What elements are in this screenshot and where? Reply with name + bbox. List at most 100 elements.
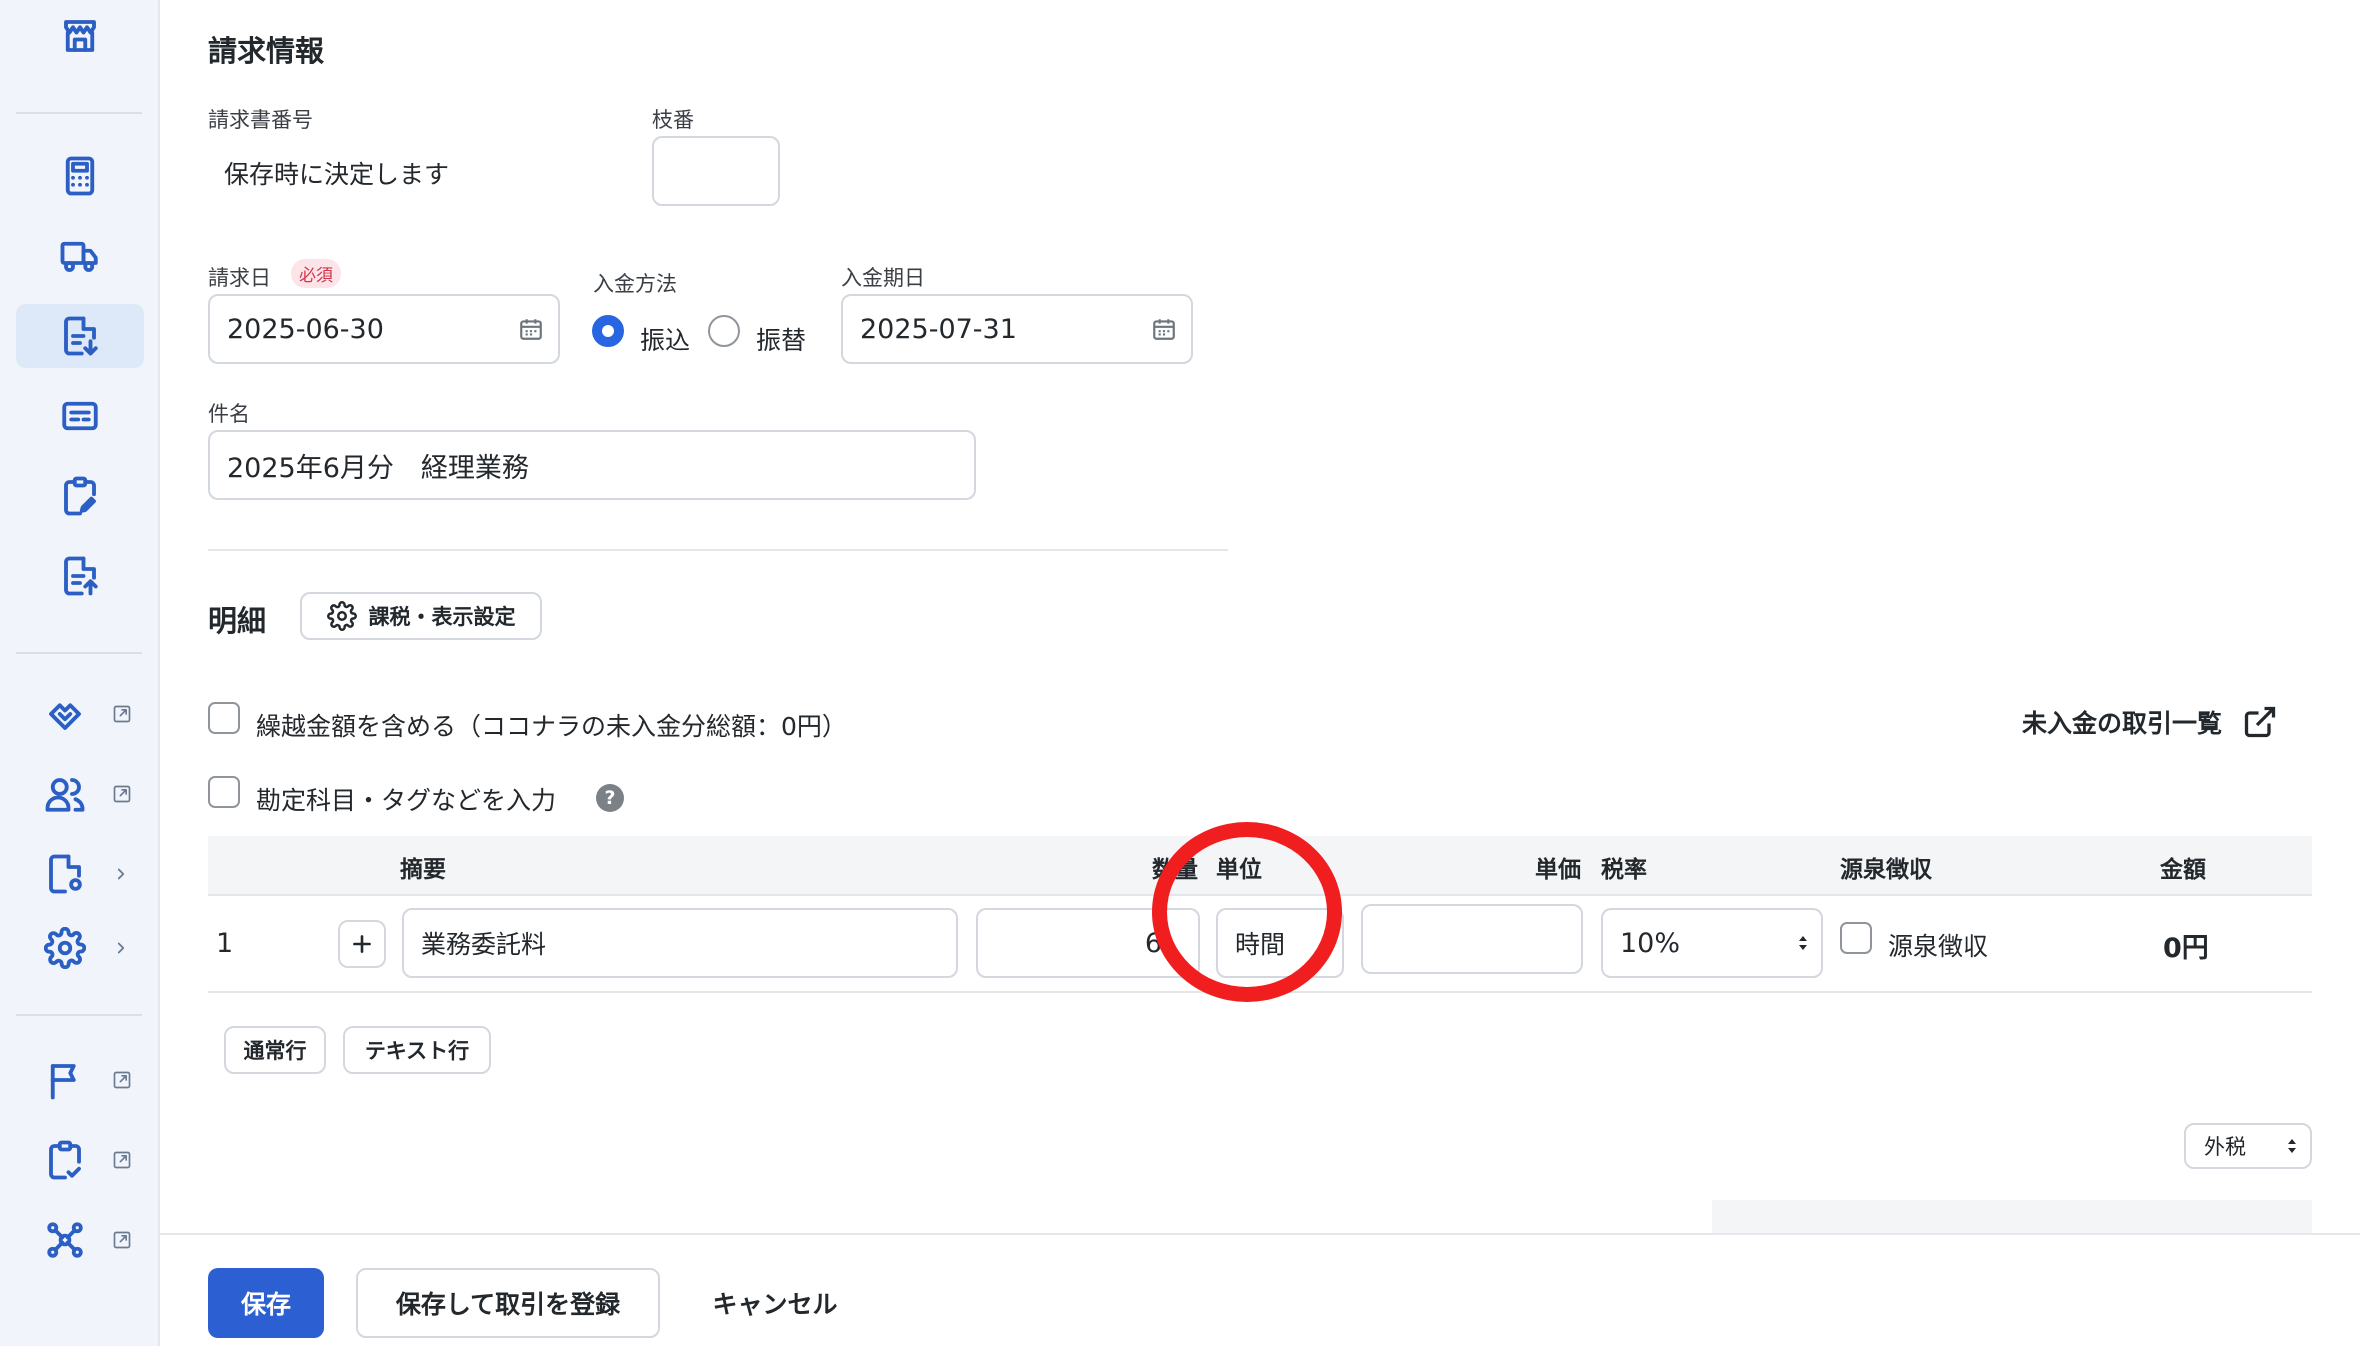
branch-field[interactable] [652, 136, 780, 206]
subject-label: 件名 [208, 402, 250, 426]
sidebar-item-card[interactable] [16, 384, 144, 448]
row-divider [208, 991, 2312, 993]
sidebar-divider [16, 1014, 142, 1016]
branch-label: 枝番 [652, 108, 694, 132]
calendar-icon[interactable] [518, 316, 544, 342]
external-link-icon [113, 1151, 131, 1169]
account-tag-label: 勘定科目・タグなどを入力 [256, 786, 557, 815]
radio-transfer-label: 振込 [640, 326, 691, 355]
radio-transfer[interactable] [592, 315, 624, 347]
save-button[interactable]: 保存 [208, 1268, 324, 1338]
chevron-right-icon [117, 942, 125, 954]
due-date-value: 2025-07-31 [860, 313, 1017, 345]
tax-rate-select[interactable]: 10% [1601, 908, 1823, 978]
sidebar-item-calculator[interactable] [16, 144, 144, 208]
external-link-icon [113, 785, 131, 803]
file-settings-icon [49, 854, 82, 894]
document-upload-icon [64, 556, 98, 596]
tax-rate-value: 10% [1620, 927, 1681, 959]
add-row-button[interactable] [338, 920, 386, 968]
network-icon [47, 1222, 83, 1258]
header-summary: 摘要 [400, 857, 446, 883]
help-icon[interactable]: ? [596, 784, 624, 812]
sidebar-item-delivery[interactable] [16, 224, 144, 288]
due-date-label: 入金期日 [841, 266, 925, 290]
totals-panel [1712, 1200, 2312, 1233]
card-icon [62, 401, 98, 431]
quantity-input[interactable]: 6 [976, 908, 1200, 978]
add-text-row-button[interactable]: テキスト行 [343, 1026, 491, 1074]
carryover-label: 繰越金額を含める（ココナラの未入金分総額：0円） [256, 712, 847, 741]
invoice-download-icon [64, 316, 98, 356]
unpaid-transactions-label: 未入金の取引一覧 [2022, 709, 2223, 738]
unit-price-input[interactable] [1361, 904, 1583, 974]
sidebar [0, 0, 160, 1346]
withholding-label: 源泉徴収 [1888, 932, 1989, 961]
invoice-date-field[interactable]: 2025-06-30 [208, 294, 560, 364]
cancel-button[interactable]: キャンセル [700, 1268, 850, 1338]
sidebar-item-network[interactable] [16, 1208, 144, 1272]
add-normal-row-button[interactable]: 通常行 [224, 1026, 326, 1074]
sidebar-item-handshake[interactable] [16, 682, 144, 746]
billing-section-title: 請求情報 [208, 34, 325, 68]
header-quantity: 数量 [1152, 857, 1198, 883]
header-tax-rate: 税率 [1601, 857, 1647, 883]
gear-icon [326, 601, 357, 631]
sidebar-item-file-settings[interactable] [16, 842, 144, 906]
sidebar-divider [16, 652, 142, 654]
invoice-number-value: 保存時に決定します [224, 160, 450, 189]
save-and-register-button[interactable]: 保存して取引を登録 [356, 1268, 660, 1338]
tax-mode-select[interactable]: 外税 [2184, 1123, 2312, 1169]
external-link-icon [2244, 706, 2276, 738]
invoice-date-value: 2025-06-30 [227, 313, 384, 345]
sidebar-item-document-upload[interactable] [16, 544, 144, 608]
select-arrows-icon [1799, 936, 1807, 950]
truck-icon [60, 241, 98, 272]
external-link-icon [113, 1231, 131, 1249]
sidebar-item-clipboard-check[interactable] [16, 1128, 144, 1192]
sidebar-item-flag[interactable] [16, 1048, 144, 1112]
tax-mode-value: 外税 [2204, 1135, 2246, 1159]
due-date-field[interactable]: 2025-07-31 [841, 294, 1193, 364]
sidebar-item-clipboard-edit[interactable] [16, 464, 144, 528]
flag-icon [50, 1064, 76, 1100]
header-withholding: 源泉徴収 [1840, 857, 1932, 883]
external-link-icon [113, 705, 131, 723]
invoice-number-label: 請求書番号 [208, 108, 313, 132]
sidebar-item-settings[interactable] [16, 916, 144, 980]
sidebar-divider [16, 112, 142, 114]
external-link-icon [113, 1071, 131, 1089]
unpaid-transactions-link[interactable]: 未入金の取引一覧 [2022, 704, 2278, 740]
calculator-icon [65, 156, 95, 196]
subject-field[interactable]: 2025年6月分 経理業務 [208, 430, 976, 500]
radio-direct-debit[interactable] [708, 315, 740, 347]
sidebar-item-users[interactable] [16, 762, 144, 826]
clipboard-check-icon [49, 1140, 81, 1180]
header-unit-price: 単価 [1535, 857, 1581, 883]
users-icon [45, 778, 85, 812]
unit-input[interactable]: 時間 [1216, 908, 1344, 978]
header-unit: 単位 [1216, 857, 1262, 883]
gear-icon [44, 927, 86, 969]
handshake-icon [49, 703, 81, 730]
withholding-checkbox[interactable] [1840, 922, 1872, 954]
tax-display-settings-button[interactable]: 課税・表示設定 [300, 592, 542, 640]
tax-display-settings-label: 課税・表示設定 [368, 605, 516, 629]
sidebar-item-store[interactable] [16, 4, 144, 68]
plus-icon [353, 935, 371, 953]
sidebar-item-invoice[interactable] [16, 304, 144, 368]
details-section-title: 明細 [208, 604, 267, 638]
calendar-icon[interactable] [1151, 316, 1177, 342]
clipboard-edit-icon [64, 476, 96, 516]
row-amount: 0円 [2163, 933, 2209, 964]
header-amount: 金額 [2160, 857, 2206, 883]
store-icon [64, 20, 96, 52]
chevron-right-icon [117, 868, 125, 880]
account-tag-checkbox[interactable] [208, 776, 240, 808]
select-arrows-icon [2288, 1139, 2296, 1153]
carryover-checkbox[interactable] [208, 702, 240, 734]
payment-method-label: 入金方法 [593, 272, 677, 296]
required-badge: 必須 [291, 259, 341, 288]
summary-input[interactable]: 業務委託料 [402, 908, 958, 978]
row-number: 1 [216, 928, 234, 959]
